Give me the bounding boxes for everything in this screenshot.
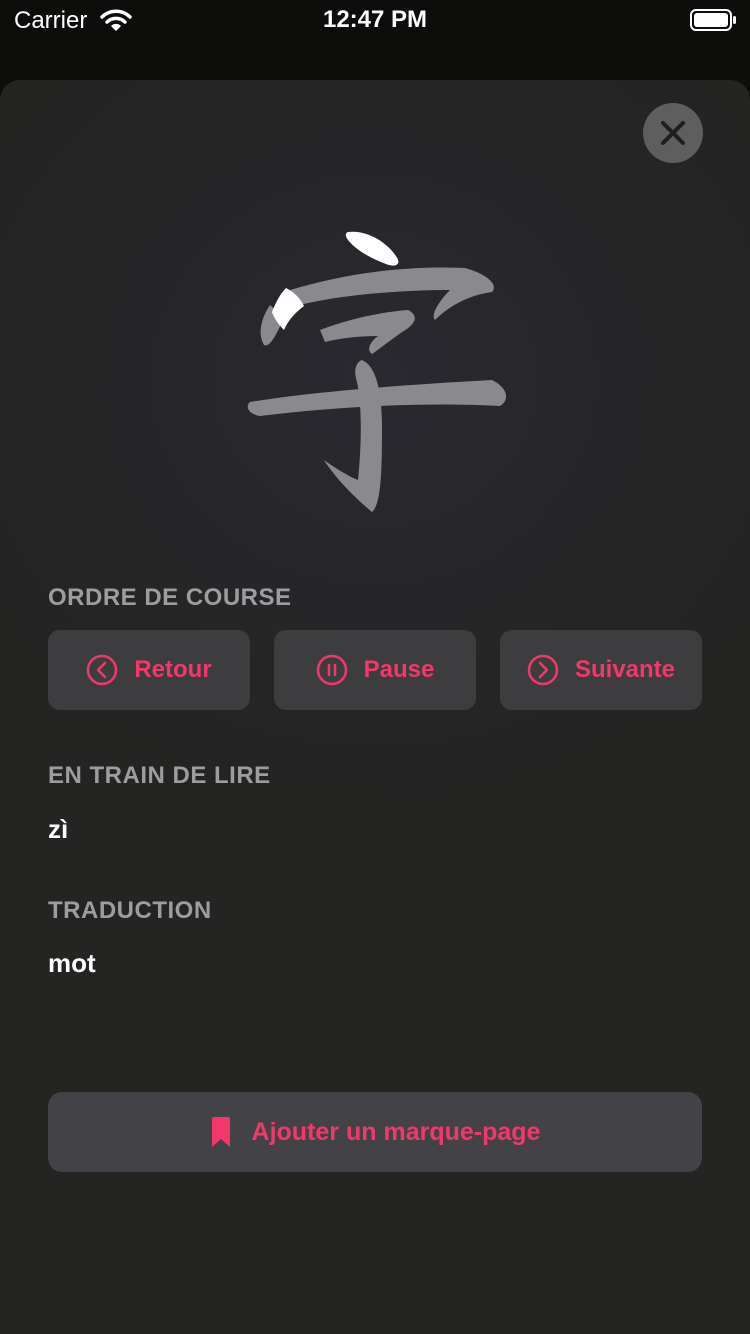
battery-icon	[690, 9, 736, 31]
chevron-left-circle-icon	[87, 654, 118, 686]
bookmark-icon	[211, 1117, 230, 1147]
chevron-right-circle-icon	[527, 654, 559, 686]
status-bar: Carrier 12:47 PM	[0, 0, 750, 40]
pinyin-value: zì	[48, 814, 69, 844]
pause-circle-icon	[316, 654, 347, 686]
character-active-stroke	[345, 231, 399, 266]
back-button-label: Retour	[134, 656, 212, 683]
stroke-order-label: ORDRE DE COURSE	[48, 584, 292, 611]
character-stroke-animation	[247, 231, 507, 512]
next-button[interactable]: Suivante	[500, 630, 702, 710]
add-bookmark-label: Ajouter un marque-page	[251, 1117, 541, 1146]
close-button[interactable]	[643, 103, 703, 163]
pause-button[interactable]: Pause	[274, 630, 476, 710]
status-time: 12:47 PM	[322, 6, 428, 33]
add-bookmark-button[interactable]: Ajouter un marque-page	[48, 1092, 702, 1172]
back-button[interactable]: Retour	[48, 630, 250, 710]
translation-value: mot	[48, 948, 96, 978]
now-reading-label: EN TRAIN DE LIRE	[48, 762, 271, 789]
character-detail-sheet: ORDRE DE COURSE Retour Pause Suivante EN…	[0, 80, 750, 1334]
close-icon	[661, 121, 685, 145]
next-button-label: Suivante	[574, 656, 676, 683]
translation-label: TRADUCTION	[48, 897, 212, 924]
pause-button-label: Pause	[363, 656, 435, 683]
